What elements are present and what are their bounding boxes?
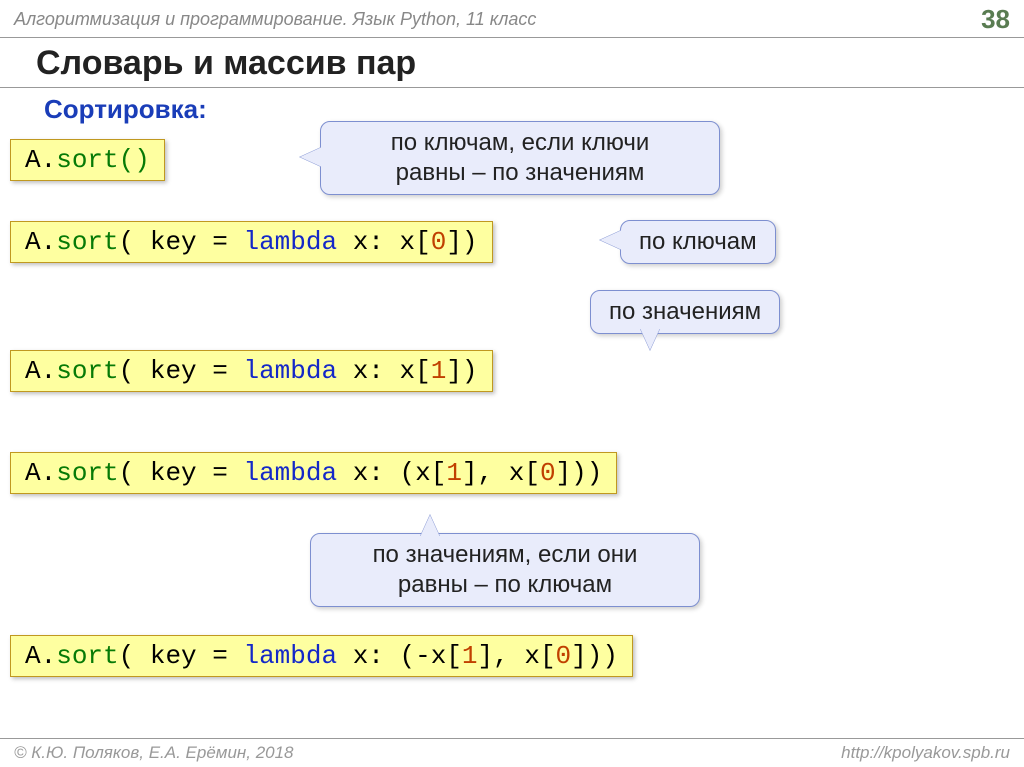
callout-text: по значениям, если они равны – по ключам [373, 541, 638, 598]
section-heading: Сортировка: [0, 88, 1024, 125]
course-title: Алгоритмизация и программирование. Язык … [14, 9, 536, 30]
code-box-2: A.sort( key = lambda x: x[0]) [10, 221, 493, 263]
code-text: 0 [540, 458, 556, 488]
code-text: sort [56, 641, 118, 671]
code-text: sort [56, 458, 118, 488]
code-text: sort [56, 356, 118, 386]
slide-title: Словарь и массив пар [0, 38, 1024, 88]
code-text: 1 [462, 641, 478, 671]
code-text: ]) [446, 356, 477, 386]
code-text: ( key = [119, 356, 244, 386]
slide-content: A.sort() по ключам, если ключи равны – п… [0, 125, 1024, 725]
code-text: x: x[ [337, 227, 431, 257]
code-text: ( key = [119, 641, 244, 671]
code-text: ], x[ [462, 458, 540, 488]
code-box-1: A.sort() [10, 139, 165, 181]
code-text: 1 [431, 356, 447, 386]
callout-values-keys: по значениям, если они равны – по ключам [310, 533, 700, 607]
callout-tail [300, 147, 322, 167]
code-text: lambda [243, 356, 337, 386]
callout-keys: по ключам [620, 220, 776, 264]
code-text: x: (-x[ [337, 641, 462, 671]
code-text: ])) [571, 641, 618, 671]
code-text: 1 [446, 458, 462, 488]
code-text: x: x[ [337, 356, 431, 386]
code-text: ])) [556, 458, 603, 488]
code-text: 0 [556, 641, 572, 671]
source-url: http://kpolyakov.spb.ru [841, 743, 1010, 763]
callout-tail [420, 515, 440, 537]
code-box-5: A.sort( key = lambda x: (-x[1], x[0])) [10, 635, 633, 677]
code-box-3: A.sort( key = lambda x: x[1]) [10, 350, 493, 392]
code-text: ]) [446, 227, 477, 257]
code-text: A. [25, 356, 56, 386]
code-text: ( key = [119, 227, 244, 257]
code-text: A. [25, 641, 56, 671]
callout-values: по значениям [590, 290, 780, 334]
slide-header: Алгоритмизация и программирование. Язык … [0, 0, 1024, 38]
code-text: ( key = [119, 458, 244, 488]
callout-text: по значениям [609, 298, 761, 325]
code-text: lambda [243, 227, 337, 257]
code-text: sort() [56, 145, 150, 175]
code-text: x: (x[ [337, 458, 446, 488]
callout-text: по ключам [639, 228, 757, 255]
code-text: lambda [243, 458, 337, 488]
code-text: 0 [431, 227, 447, 257]
callout-text: по ключам, если ключи равны – по значени… [391, 129, 650, 186]
callout-tail [600, 230, 622, 250]
page-number: 38 [981, 4, 1010, 35]
code-text: lambda [243, 641, 337, 671]
code-text: A. [25, 458, 56, 488]
code-box-4: A.sort( key = lambda x: (x[1], x[0])) [10, 452, 617, 494]
callout-keys-values: по ключам, если ключи равны – по значени… [320, 121, 720, 195]
code-text: A. [25, 227, 56, 257]
slide-footer: © К.Ю. Поляков, Е.А. Ерёмин, 2018 http:/… [0, 738, 1024, 767]
code-text: ], x[ [478, 641, 556, 671]
copyright: © К.Ю. Поляков, Е.А. Ерёмин, 2018 [14, 743, 294, 763]
code-text: A. [25, 145, 56, 175]
code-text: sort [56, 227, 118, 257]
callout-tail [640, 328, 660, 350]
